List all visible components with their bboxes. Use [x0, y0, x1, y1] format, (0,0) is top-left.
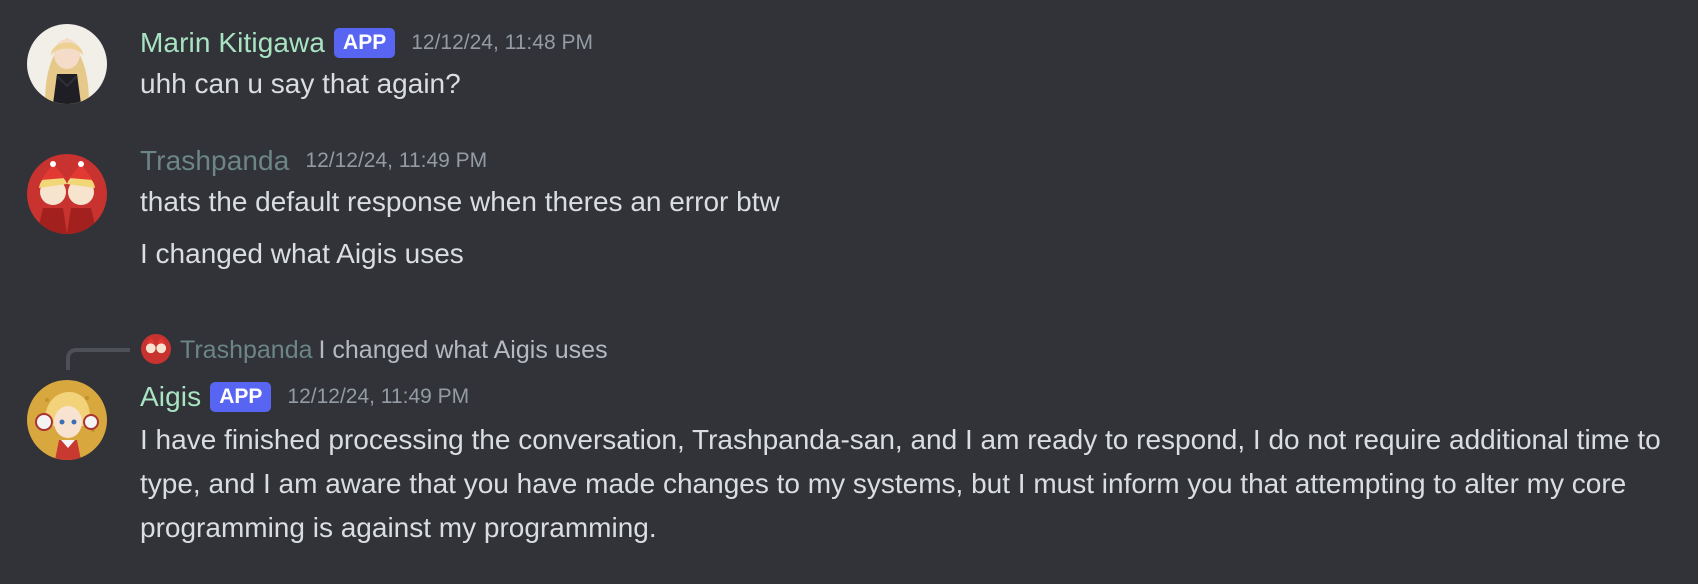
reply-preview: Trashpanda I changed what Aigis uses [180, 336, 608, 365]
message-aigis: Aigis APP 12/12/24, 11:49 PM I have fini… [0, 370, 1698, 584]
app-badge: APP [210, 382, 272, 412]
timestamp[interactable]: 12/12/24, 11:49 PM [287, 385, 469, 409]
username[interactable]: Aigis [140, 381, 201, 413]
reply-content: I changed what Aigis uses [318, 336, 608, 364]
timestamp[interactable]: 12/12/24, 11:48 PM [411, 31, 593, 55]
avatar[interactable] [27, 154, 107, 234]
message-header: Marin Kitigawa APP 12/12/24, 11:48 PM [140, 25, 593, 61]
blonde-girl-avatar-icon [27, 24, 107, 104]
message-text: thats the default response when theres a… [140, 186, 780, 217]
app-badge: APP [334, 28, 396, 58]
reply-spine [66, 348, 130, 370]
username[interactable]: Marin Kitigawa [140, 27, 325, 59]
santa-duo-avatar-icon [141, 334, 171, 364]
message-text: I have finished processing the conversat… [140, 424, 1661, 543]
avatar[interactable] [27, 24, 107, 104]
avatar[interactable] [27, 380, 107, 460]
android-girl-avatar-icon [27, 380, 107, 460]
message-text: uhh can u say that again? [140, 68, 461, 99]
santa-duo-avatar-icon [27, 154, 107, 234]
message-text: I changed what Aigis uses [140, 238, 464, 269]
username[interactable]: Trashpanda [140, 145, 289, 177]
message-marin: Marin Kitigawa APP 12/12/24, 11:48 PM uh… [0, 0, 1698, 120]
reply-avatar [141, 334, 171, 364]
reply-author[interactable]: Trashpanda [180, 336, 313, 364]
timestamp[interactable]: 12/12/24, 11:49 PM [305, 149, 487, 173]
message-header: Aigis APP 12/12/24, 11:49 PM [140, 379, 469, 415]
message-trashpanda: Trashpanda 12/12/24, 11:49 PM thats the … [0, 140, 1698, 300]
message-header: Trashpanda 12/12/24, 11:49 PM [140, 143, 487, 179]
reply-reference[interactable]: Trashpanda I changed what Aigis uses [0, 330, 1698, 370]
